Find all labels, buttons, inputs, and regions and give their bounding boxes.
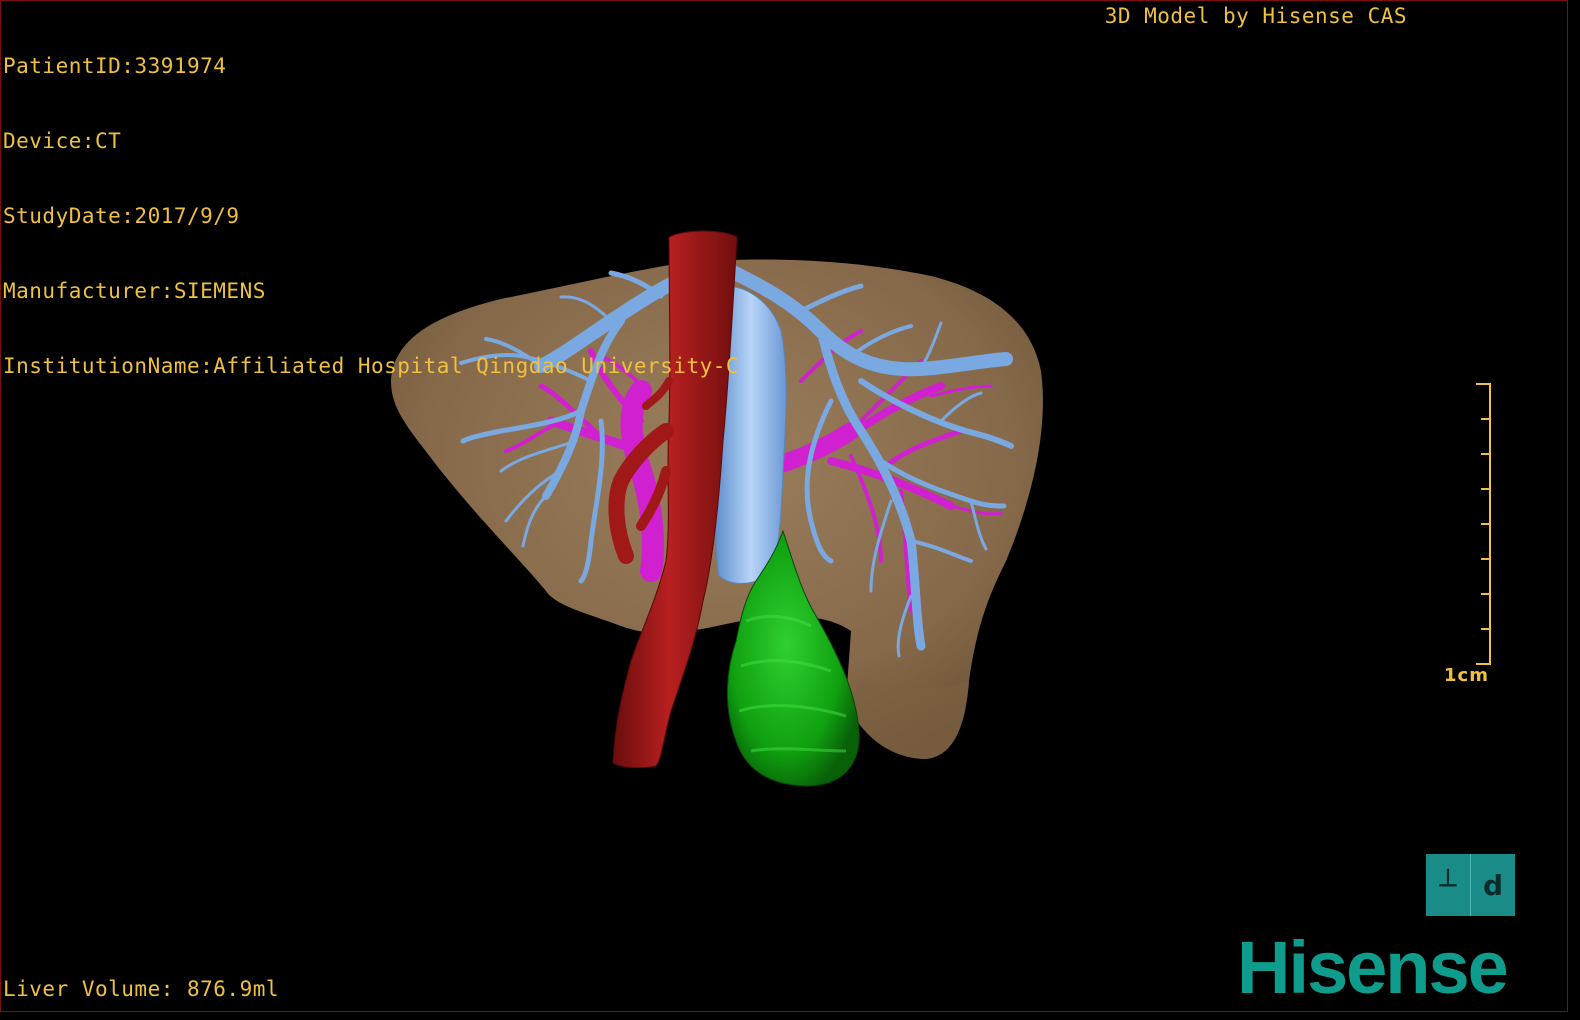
- liver-volume: Liver Volume: 876.9ml: [3, 977, 280, 1001]
- view-cube-left-face[interactable]: ┴: [1426, 854, 1471, 916]
- institution-name: InstitutionName:Affiliated Hospital Qing…: [3, 354, 740, 378]
- model-credit: 3D Model by Hisense CAS: [1104, 4, 1407, 28]
- view-orientation-cube[interactable]: ┴ d: [1426, 854, 1515, 916]
- view-cube-right-face[interactable]: d: [1471, 854, 1515, 916]
- device: Device:CT: [3, 129, 122, 153]
- manufacturer: Manufacturer:SIEMENS: [3, 279, 266, 303]
- patient-info-overlay: PatientID:3391974 Device:CT StudyDate:20…: [3, 4, 739, 429]
- scale-label: 1cm: [1444, 665, 1489, 686]
- study-date: StudyDate:2017/9/9: [3, 204, 240, 228]
- liver-lower-lobe: [846, 681, 969, 759]
- hisense-logo: Hisense: [1237, 926, 1509, 1009]
- scale-ruler: [1476, 383, 1491, 665]
- 3d-viewport[interactable]: PatientID:3391974 Device:CT StudyDate:20…: [0, 0, 1568, 1012]
- patient-id: PatientID:3391974: [3, 54, 227, 78]
